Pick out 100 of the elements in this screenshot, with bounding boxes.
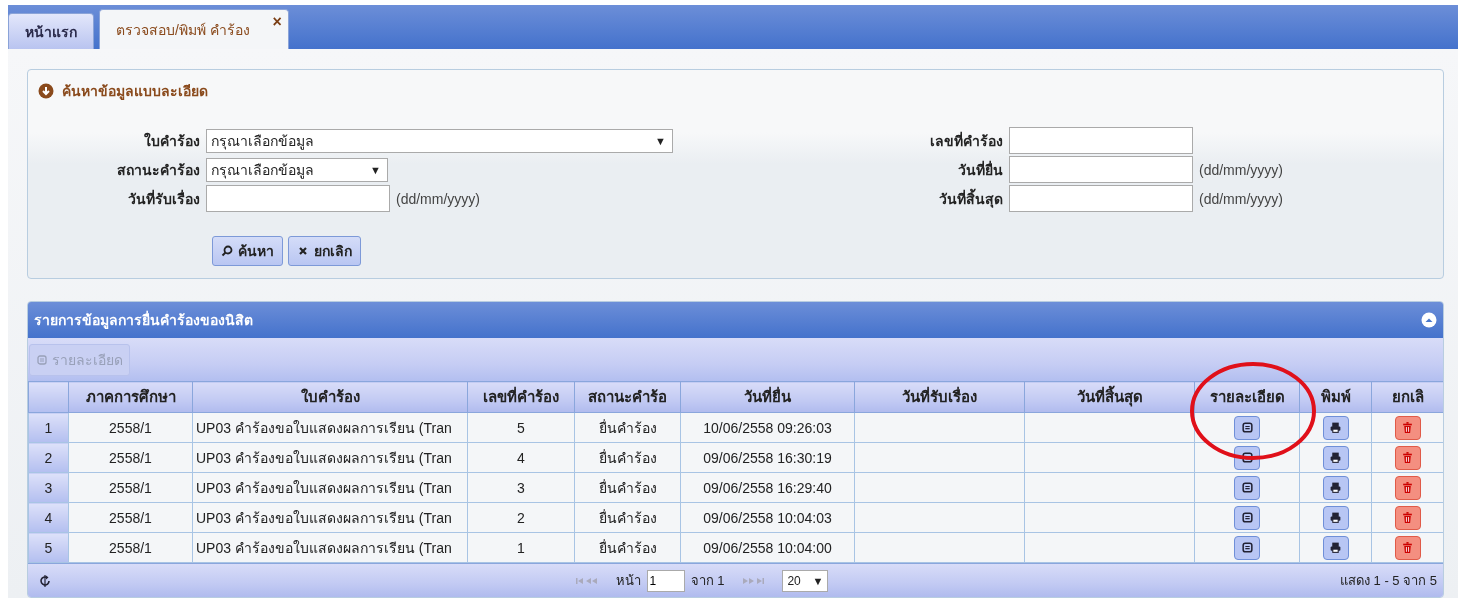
format-hint: (dd/mm/yyyy) — [1199, 161, 1283, 178]
grid-title: รายการข้อมูลการยื่นคำร้องของนิสิต — [34, 309, 253, 331]
format-hint: (dd/mm/yyyy) — [396, 190, 480, 207]
trash-icon — [1401, 511, 1414, 524]
trash-icon — [1401, 451, 1414, 464]
panel-title: ค้นหาข้อมูลแบบละเอียด — [62, 82, 208, 102]
trash-icon — [1401, 481, 1414, 494]
column-header[interactable]: สถานะคำร้อ — [574, 381, 681, 413]
column-header[interactable]: รายละเอียด — [1194, 381, 1300, 413]
table-cell: ยื่นคำร้อง — [574, 472, 681, 503]
page-count: จาก 1 — [690, 572, 725, 590]
cancel-button[interactable]: ยกเลิก — [288, 236, 361, 266]
table-cell: 3 — [467, 472, 575, 503]
search-icon — [221, 245, 233, 257]
print-button[interactable] — [1322, 445, 1349, 470]
column-header[interactable]: พิมพ์ — [1299, 381, 1372, 413]
field-label: วันที่สิ้นสุด — [938, 187, 1003, 210]
row-number: 2 — [28, 442, 69, 473]
details-button[interactable] — [1234, 505, 1260, 530]
field-label: วันที่ยื่น — [957, 159, 1003, 180]
field-label: วันที่รับเรื่อง — [127, 188, 200, 209]
input-field[interactable] — [1009, 156, 1193, 183]
delete-button[interactable] — [1394, 415, 1421, 440]
trash-icon — [1401, 421, 1414, 434]
input-field[interactable] — [206, 185, 390, 212]
table-cell: UP03 คำร้องขอใบแสดงผลการเรียน (Tran — [192, 502, 468, 533]
table-cell: 09/06/2558 10:04:03 — [680, 502, 855, 533]
close-icon — [297, 245, 309, 257]
page-input[interactable]: 1 — [646, 569, 685, 592]
table-cell: ยื่นคำร้อง — [574, 412, 681, 443]
input-field[interactable] — [1009, 185, 1193, 212]
print-button[interactable] — [1322, 415, 1349, 440]
column-header[interactable]: วันที่ยื่น — [680, 381, 855, 413]
table-cell: ยื่นคำร้อง — [574, 502, 681, 533]
select-field[interactable]: กรุณาเลือกข้อมูล ▼ — [206, 128, 673, 153]
column-header[interactable]: ยกเลิ — [1371, 381, 1443, 413]
note-icon — [1240, 481, 1254, 494]
printer-icon — [1329, 541, 1342, 554]
refresh-icon[interactable] — [38, 573, 52, 588]
note-icon — [36, 353, 48, 366]
field-label: เลขที่คำร้อง — [929, 130, 1003, 151]
table-cell: UP03 คำร้องขอใบแสดงผลการเรียน (Tran — [192, 442, 468, 473]
table-cell: UP03 คำร้องขอใบแสดงผลการเรียน (Tran — [192, 412, 468, 443]
select-field[interactable]: กรุณาเลือกข้อมูล ▼ — [206, 157, 388, 182]
details-button[interactable] — [1234, 475, 1260, 500]
table-cell: 2558/1 — [68, 502, 193, 533]
table-cell: 2558/1 — [68, 472, 193, 503]
print-button[interactable] — [1322, 505, 1349, 530]
delete-button[interactable] — [1394, 475, 1421, 500]
printer-icon — [1329, 421, 1342, 434]
delete-button[interactable] — [1394, 505, 1421, 530]
printer-icon — [1329, 511, 1342, 524]
table-cell: 2558/1 — [68, 532, 193, 563]
table-cell: UP03 คำร้องขอใบแสดงผลการเรียน (Tran — [192, 532, 468, 563]
column-header[interactable]: ใบคำร้อง — [192, 381, 468, 413]
table-cell: UP03 คำร้องขอใบแสดงผลการเรียน (Tran — [192, 472, 468, 503]
printer-icon — [1329, 481, 1342, 494]
print-button[interactable] — [1322, 535, 1349, 560]
table-cell: ยื่นคำร้อง — [574, 532, 681, 563]
table-cell: 4 — [467, 442, 575, 473]
table-cell: 2558/1 — [68, 412, 193, 443]
field-label: ใบคำร้อง — [143, 131, 200, 151]
page-label: หน้า — [615, 572, 641, 590]
column-header[interactable]: เลขที่คำร้อง — [467, 381, 575, 413]
printer-icon — [1329, 451, 1342, 464]
table-cell: 09/06/2558 16:29:40 — [680, 472, 855, 503]
row-number: 3 — [28, 472, 69, 503]
note-icon — [1240, 451, 1254, 464]
note-icon — [1240, 541, 1254, 554]
trash-icon — [1401, 541, 1414, 554]
details-button[interactable] — [1234, 535, 1260, 560]
table-cell: 2 — [467, 502, 575, 533]
column-header[interactable]: ภาคการศึกษา — [68, 381, 193, 413]
delete-button[interactable] — [1394, 535, 1421, 560]
page-size-select[interactable]: 20 ▼ — [782, 569, 829, 592]
table-cell: 09/06/2558 10:04:00 — [680, 532, 855, 563]
format-hint: (dd/mm/yyyy) — [1199, 190, 1283, 207]
input-field[interactable] — [1009, 127, 1193, 154]
record-summary: แสดง 1 - 5 จาก 5 — [1339, 572, 1437, 590]
field-label: สถานะคำร้อง — [116, 160, 200, 180]
collapse-icon[interactable] — [1421, 312, 1437, 328]
close-icon[interactable]: × — [272, 13, 282, 31]
table-cell: 10/06/2558 09:26:03 — [680, 412, 855, 443]
table-cell: 2558/1 — [68, 442, 193, 473]
delete-button[interactable] — [1394, 445, 1421, 470]
table-cell: ยื่นคำร้อง — [574, 442, 681, 473]
note-icon — [1240, 421, 1254, 434]
details-button[interactable] — [1234, 415, 1260, 440]
table-cell: 09/06/2558 16:30:19 — [680, 442, 855, 473]
tab[interactable]: หน้าแรก — [8, 13, 94, 49]
column-header[interactable]: วันที่สิ้นสุด — [1024, 381, 1195, 413]
row-number: 1 — [28, 412, 69, 443]
search-button[interactable]: ค้นหา — [212, 236, 283, 266]
print-button[interactable] — [1322, 475, 1349, 500]
row-number: 4 — [28, 502, 69, 533]
row-number: 5 — [28, 532, 69, 563]
table-cell: 1 — [467, 532, 575, 563]
table-cell: 5 — [467, 412, 575, 443]
column-header[interactable]: วันที่รับเรื่อง — [854, 381, 1025, 413]
tab[interactable]: ตรวจสอบ/พิมพ์ คำร้อง × — [99, 9, 289, 49]
